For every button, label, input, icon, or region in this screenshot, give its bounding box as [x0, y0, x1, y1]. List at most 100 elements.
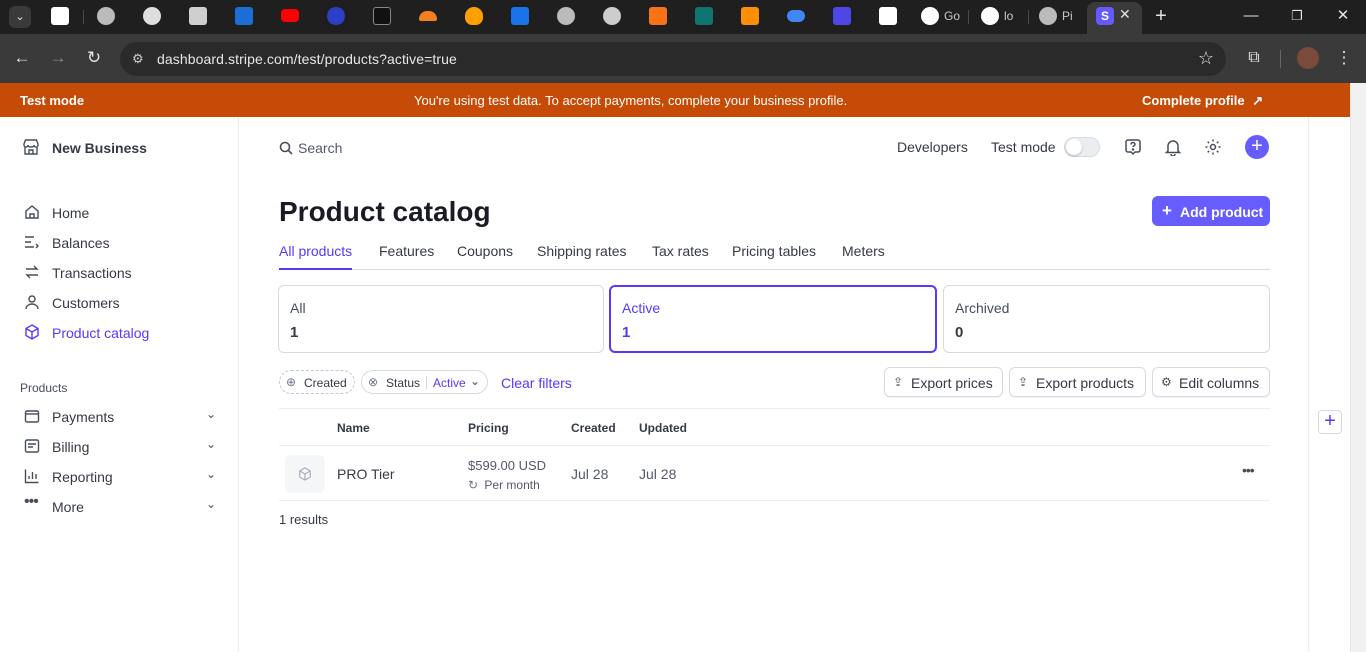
column-header-name[interactable]: Name [337, 421, 370, 435]
sidebar-item-home[interactable]: Home [24, 201, 224, 225]
status-filter-label[interactable]: Status [386, 376, 420, 390]
add-product-label[interactable]: Add product [1180, 204, 1263, 220]
test-mode-toggle[interactable] [1064, 137, 1100, 157]
tab-pricing-tables[interactable]: Pricing tables [732, 243, 816, 269]
remove-circle-icon[interactable]: ⊗ [368, 375, 378, 389]
tab-globe-icon[interactable] [557, 7, 575, 25]
complete-profile-link[interactable]: Complete profile ↗ [1142, 93, 1263, 109]
tab-icon-15[interactable] [695, 7, 713, 25]
sidebar-item-product-catalog[interactable]: Product catalog [24, 321, 224, 345]
table-row[interactable]: PRO Tier $599.00 USD ↻ Per month Jul 28 … [279, 445, 1270, 501]
card-active[interactable]: Active 1 [609, 285, 937, 353]
maximize-icon[interactable]: ❐ [1287, 6, 1307, 26]
minimize-icon[interactable]: — [1241, 6, 1261, 26]
column-header-created[interactable]: Created [571, 421, 616, 435]
avatar[interactable] [1297, 47, 1319, 69]
help-icon[interactable] [1124, 138, 1142, 156]
create-plus-button[interactable]: + [1245, 135, 1269, 159]
scrollbar[interactable] [1350, 83, 1366, 652]
tab-icon-8[interactable] [373, 7, 391, 25]
sidebar-item-more[interactable]: ••• More ⌄ [24, 493, 224, 519]
new-tab-icon[interactable]: + [1151, 6, 1171, 26]
tab-all-products[interactable]: All products [279, 243, 353, 270]
reload-icon[interactable]: ↻ [84, 48, 104, 68]
tab-icon-5[interactable] [235, 7, 253, 25]
search-placeholder[interactable]: Search [298, 140, 342, 156]
tab-triangle-icon[interactable] [981, 7, 999, 25]
add-icon[interactable]: + [1318, 410, 1342, 434]
tab-shipping-rates[interactable]: Shipping rates [537, 243, 627, 269]
export-prices-button[interactable]: ⇪ Export prices [884, 367, 1003, 397]
status-filter[interactable]: ⊗ Status Active ⌄ [361, 370, 488, 394]
extensions-icon[interactable]: ⧉ [1244, 48, 1264, 68]
tab-icon-13[interactable] [603, 7, 621, 25]
tab-tensorflow-icon[interactable] [741, 7, 759, 25]
tab-icon-1[interactable] [51, 7, 69, 25]
tab-youtube-icon[interactable] [281, 9, 299, 22]
clear-filters-link[interactable]: Clear filters [501, 375, 572, 391]
chevron-down-icon[interactable]: ⌄ [470, 374, 480, 388]
sidebar-item-payments[interactable]: Payments ⌄ [24, 405, 224, 429]
gear-icon[interactable] [1204, 138, 1222, 156]
tab-features[interactable]: Features [379, 243, 434, 269]
add-product-button[interactable]: + Add product [1152, 196, 1270, 226]
complete-profile-label[interactable]: Complete profile [1142, 93, 1245, 108]
chevron-down-icon[interactable]: ⌄ [206, 437, 216, 451]
chevron-down-icon[interactable]: ⌄ [206, 497, 216, 511]
tab-icon-18[interactable] [833, 7, 851, 25]
back-icon[interactable]: ← [12, 48, 32, 68]
url-text[interactable]: dashboard.stripe.com/test/products?activ… [157, 51, 457, 67]
close-icon[interactable]: ✕ [1119, 6, 1131, 23]
row-actions-icon[interactable]: ••• [1242, 462, 1255, 478]
site-settings-icon[interactable]: ⚙ [132, 51, 148, 67]
created-filter-label[interactable]: Created [304, 376, 347, 390]
sidebar-item-balances[interactable]: Balances [24, 231, 224, 255]
tab-label[interactable]: Pi [1062, 9, 1073, 23]
tab-google-icon[interactable] [921, 7, 939, 25]
tab-cloudflare-icon[interactable] [419, 11, 437, 21]
business-name[interactable]: New Business [52, 140, 147, 156]
sidebar-item-reporting[interactable]: Reporting ⌄ [24, 465, 224, 489]
chevron-down-icon[interactable]: ⌄ [206, 407, 216, 421]
edit-columns-button[interactable]: ⚙ Edit columns [1152, 367, 1270, 397]
column-header-pricing[interactable]: Pricing [468, 421, 509, 435]
menu-icon[interactable]: ⋮ [1334, 48, 1354, 68]
close-window-icon[interactable]: ✕ [1333, 6, 1353, 26]
tab-icon-19[interactable] [879, 7, 897, 25]
tab-icon-14[interactable] [649, 7, 667, 25]
tab-tax-rates[interactable]: Tax rates [652, 243, 709, 269]
edit-columns-label[interactable]: Edit columns [1179, 375, 1259, 391]
created-filter[interactable]: ⊕ Created [279, 370, 355, 394]
sidebar-item-customers[interactable]: Customers [24, 291, 224, 315]
tab-globe-icon[interactable] [1039, 7, 1057, 25]
product-name[interactable]: PRO Tier [337, 466, 395, 482]
tab-globe-icon[interactable] [97, 7, 115, 25]
bell-icon[interactable] [1164, 138, 1182, 156]
export-products-button[interactable]: ⇪ Export products [1009, 367, 1146, 397]
bookmark-star-icon[interactable]: ☆ [1198, 48, 1214, 69]
tab-icon-7[interactable] [327, 7, 345, 25]
card-all[interactable]: All 1 [278, 285, 604, 353]
tab-search-button[interactable]: ⌄ [9, 6, 31, 28]
sidebar-item-billing[interactable]: Billing ⌄ [24, 435, 224, 459]
export-products-label[interactable]: Export products [1036, 375, 1134, 391]
developers-link[interactable]: Developers [897, 139, 968, 155]
tab-label[interactable]: Go [944, 9, 960, 23]
column-header-updated[interactable]: Updated [639, 421, 687, 435]
sidebar-item-transactions[interactable]: Transactions [24, 261, 224, 285]
tab-meters[interactable]: Meters [842, 243, 885, 269]
status-filter-value[interactable]: Active [433, 376, 466, 390]
forward-icon[interactable]: → [48, 48, 68, 68]
tab-linkedin-icon[interactable] [189, 7, 207, 25]
tab-coupons[interactable]: Coupons [457, 243, 513, 269]
chevron-down-icon[interactable]: ⌄ [206, 467, 216, 481]
tab-google-cloud-icon[interactable] [787, 10, 805, 22]
card-archived[interactable]: Archived 0 [943, 285, 1270, 353]
tab-info-icon[interactable] [511, 7, 529, 25]
tab-firebase-icon[interactable] [465, 7, 483, 25]
url-bar[interactable]: ⚙ dashboard.stripe.com/test/products?act… [120, 42, 1226, 76]
tab-icon-3[interactable] [143, 7, 161, 25]
tab-label[interactable]: lo [1004, 9, 1013, 23]
export-prices-label[interactable]: Export prices [911, 375, 993, 391]
active-tab[interactable]: S ✕ [1087, 2, 1142, 34]
